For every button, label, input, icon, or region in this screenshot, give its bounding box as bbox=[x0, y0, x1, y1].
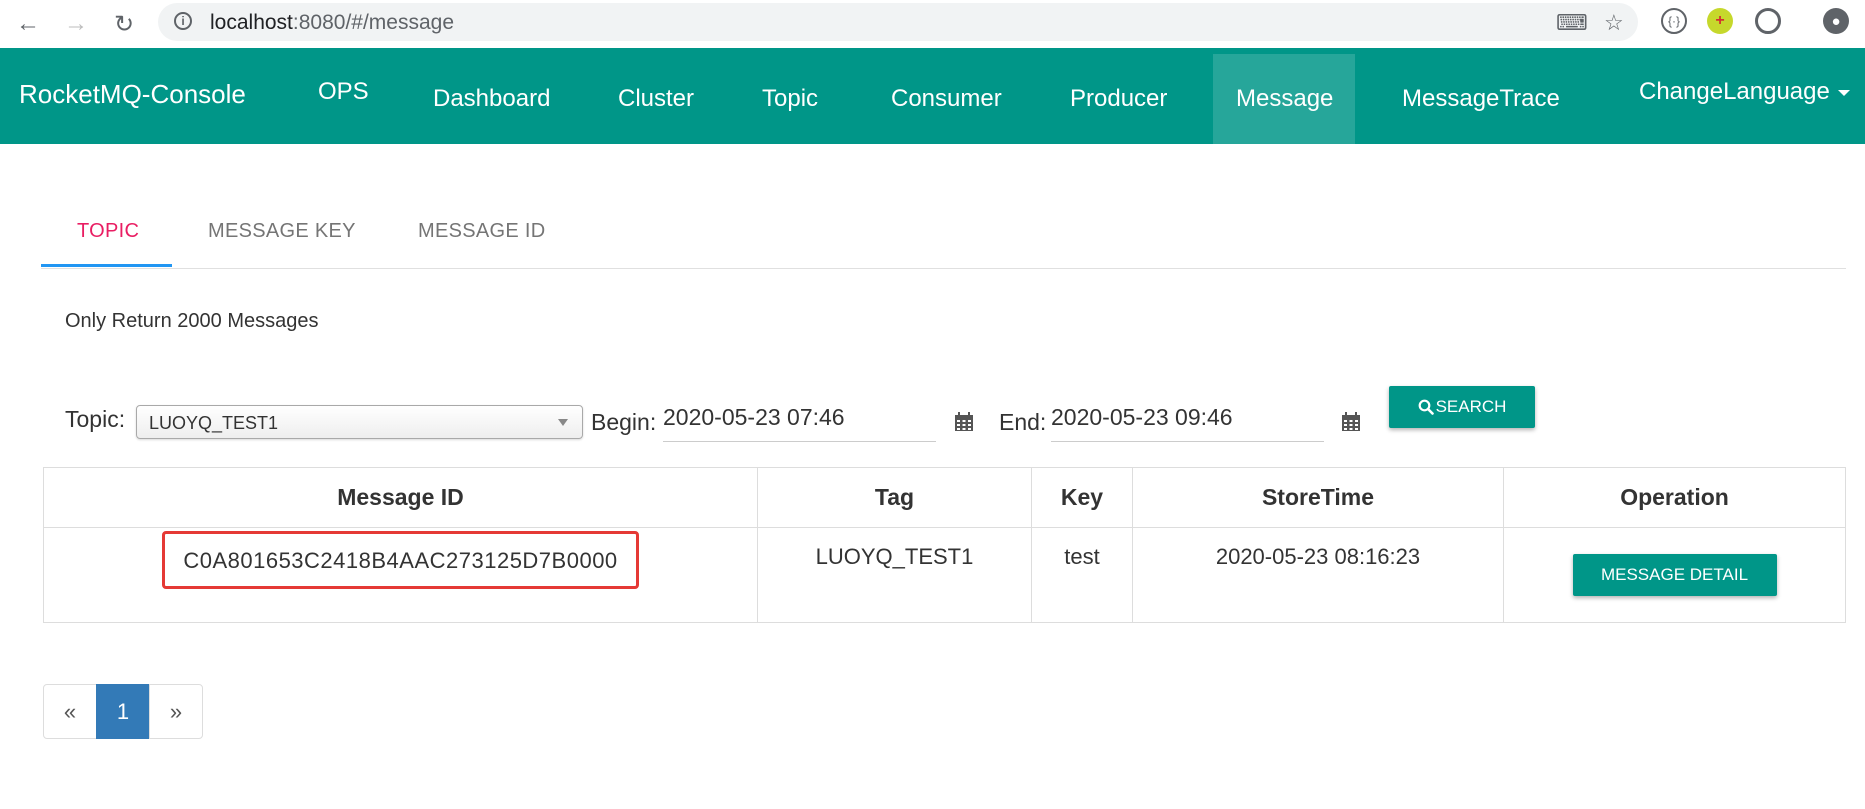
tab-topic[interactable]: TOPIC bbox=[77, 220, 139, 243]
end-label: End: bbox=[999, 409, 1047, 435]
changelanguage-label: ChangeLanguage bbox=[1639, 78, 1830, 105]
address-bar[interactable]: i localhost:8080/#/message ⌨ ☆ bbox=[158, 3, 1638, 41]
search-button-label: SEARCH bbox=[1435, 397, 1507, 416]
brand-logo-text[interactable]: RocketMQ-Console bbox=[19, 79, 246, 110]
cell-operation: MESSAGE DETAIL bbox=[1503, 527, 1846, 623]
pagination-next[interactable]: » bbox=[149, 684, 203, 739]
tab-message-id[interactable]: MESSAGE ID bbox=[418, 220, 545, 243]
pagination-prev[interactable]: « bbox=[43, 684, 97, 739]
nav-item-producer[interactable]: Producer bbox=[1070, 85, 1167, 113]
site-info-icon[interactable]: i bbox=[174, 12, 192, 30]
col-header-key: Key bbox=[1031, 467, 1133, 528]
topic-select-value: LUOYQ_TEST1 bbox=[149, 413, 279, 433]
nav-item-cluster[interactable]: Cluster bbox=[618, 85, 694, 113]
col-header-storetime: StoreTime bbox=[1132, 467, 1504, 528]
col-header-operation: Operation bbox=[1503, 467, 1846, 528]
nav-item-dashboard[interactable]: Dashboard bbox=[433, 85, 550, 113]
caret-down-icon bbox=[1837, 89, 1850, 96]
url-path: :8080/#/message bbox=[292, 11, 454, 34]
table-header-row: Message ID Tag Key StoreTime Operation bbox=[43, 467, 1846, 528]
nav-item-consumer[interactable]: Consumer bbox=[891, 85, 1002, 113]
nav-item-topic[interactable]: Topic bbox=[762, 85, 818, 113]
cell-key: test bbox=[1031, 527, 1133, 623]
url-text[interactable]: localhost:8080/#/message bbox=[210, 11, 454, 35]
end-calendar-icon[interactable] bbox=[1341, 412, 1361, 432]
result-limit-note: Only Return 2000 Messages bbox=[65, 310, 319, 332]
profile-avatar-icon[interactable]: ● bbox=[1823, 8, 1849, 34]
pagination: « 1 » bbox=[43, 684, 203, 739]
browser-toolbar: ← → ↻ i localhost:8080/#/message ⌨ ☆ {·}… bbox=[0, 0, 1865, 49]
cell-message-id: C0A801653C2418B4AAC273125D7B0000 bbox=[43, 527, 758, 623]
search-button[interactable]: SEARCH bbox=[1389, 386, 1535, 428]
translate-icon[interactable]: ⌨ bbox=[1556, 10, 1588, 36]
url-host: localhost bbox=[210, 11, 293, 34]
col-header-message-id: Message ID bbox=[43, 467, 758, 528]
nav-item-ops[interactable]: OPS bbox=[318, 78, 369, 106]
tab-active-indicator bbox=[41, 264, 172, 267]
pagination-page-current[interactable]: 1 bbox=[96, 684, 150, 739]
cell-tag: LUOYQ_TEST1 bbox=[757, 527, 1032, 623]
nav-item-messagetrace[interactable]: MessageTrace bbox=[1402, 85, 1560, 113]
begin-datetime-input[interactable]: 2020-05-23 07:46 bbox=[663, 402, 936, 442]
message-id-highlight: C0A801653C2418B4AAC273125D7B0000 bbox=[162, 531, 639, 589]
topic-select[interactable]: LUOYQ_TEST1 bbox=[136, 405, 583, 439]
begin-label: Begin: bbox=[591, 409, 657, 435]
bookmark-star-icon[interactable]: ☆ bbox=[1604, 10, 1624, 36]
extension-plus-icon[interactable]: + bbox=[1707, 8, 1733, 34]
search-mode-tabs: TOPIC MESSAGE KEY MESSAGE ID bbox=[41, 200, 1846, 269]
table-row: C0A801653C2418B4AAC273125D7B0000 LUOYQ_T… bbox=[43, 527, 1846, 623]
reload-icon[interactable]: ↻ bbox=[108, 8, 140, 40]
app-navbar: RocketMQ-Console OPS Dashboard Cluster T… bbox=[0, 48, 1865, 144]
extension-swirl-icon[interactable] bbox=[1755, 8, 1781, 34]
message-detail-button[interactable]: MESSAGE DETAIL bbox=[1572, 554, 1777, 596]
message-table: Message ID Tag Key StoreTime Operation C… bbox=[43, 467, 1846, 623]
extension-dev-icon[interactable]: {·} bbox=[1661, 8, 1687, 34]
topic-label: Topic: bbox=[65, 406, 126, 432]
nav-item-message-label: Message bbox=[1236, 85, 1334, 112]
begin-calendar-icon[interactable] bbox=[954, 412, 974, 432]
col-header-tag: Tag bbox=[757, 467, 1032, 528]
end-datetime-input[interactable]: 2020-05-23 09:46 bbox=[1051, 402, 1324, 442]
cell-storetime: 2020-05-23 08:16:23 bbox=[1132, 527, 1504, 623]
tab-message-key[interactable]: MESSAGE KEY bbox=[208, 220, 356, 243]
forward-arrow-icon[interactable]: → bbox=[60, 8, 92, 40]
select-arrow-icon bbox=[558, 419, 568, 426]
back-arrow-icon[interactable]: ← bbox=[12, 8, 44, 40]
search-icon bbox=[1418, 399, 1434, 415]
nav-item-changelanguage[interactable]: ChangeLanguage bbox=[1639, 78, 1850, 106]
nav-item-message[interactable]: Message bbox=[1213, 54, 1355, 144]
